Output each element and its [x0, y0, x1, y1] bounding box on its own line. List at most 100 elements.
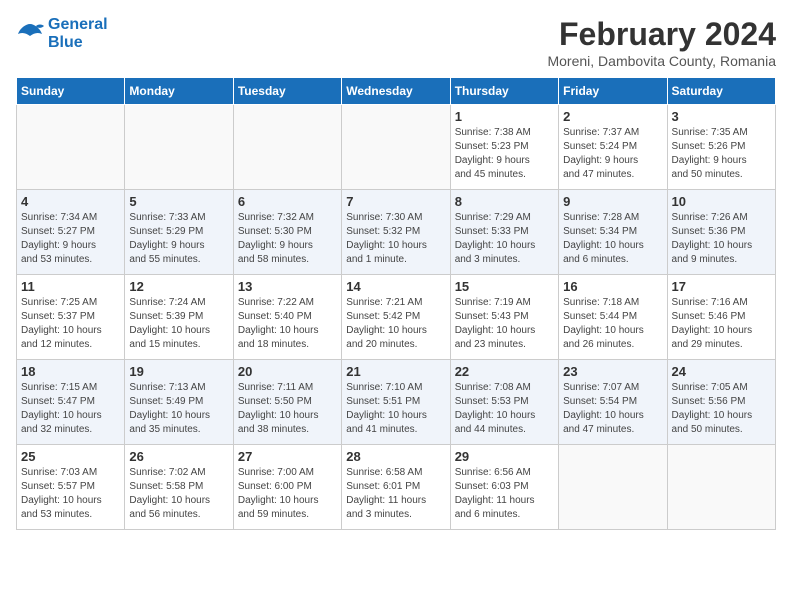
calendar-header-row: SundayMondayTuesdayWednesdayThursdayFrid… [17, 78, 776, 105]
day-info: Sunrise: 7:10 AM Sunset: 5:51 PM Dayligh… [346, 381, 445, 437]
calendar-cell [667, 445, 775, 530]
day-info: Sunrise: 7:25 AM Sunset: 5:37 PM Dayligh… [21, 296, 120, 352]
calendar-cell: 13 Sunrise: 7:22 AM Sunset: 5:40 PM Dayli… [233, 275, 341, 360]
calendar-cell: 25 Sunrise: 7:03 AM Sunset: 5:57 PM Dayli… [17, 445, 125, 530]
day-number: 22 [455, 364, 554, 379]
calendar-cell: 28 Sunrise: 6:58 AM Sunset: 6:01 PM Dayli… [342, 445, 450, 530]
day-info: Sunrise: 7:24 AM Sunset: 5:39 PM Dayligh… [129, 296, 228, 352]
weekday-header: Saturday [667, 78, 775, 105]
day-info: Sunrise: 7:16 AM Sunset: 5:46 PM Dayligh… [672, 296, 771, 352]
day-number: 3 [672, 109, 771, 124]
logo: General Blue [16, 16, 108, 51]
calendar-cell: 6 Sunrise: 7:32 AM Sunset: 5:30 PM Daylig… [233, 190, 341, 275]
title-block: February 2024 Moreni, Dambovita County, … [547, 16, 776, 69]
calendar-cell: 20 Sunrise: 7:11 AM Sunset: 5:50 PM Dayli… [233, 360, 341, 445]
day-info: Sunrise: 7:02 AM Sunset: 5:58 PM Dayligh… [129, 466, 228, 522]
day-info: Sunrise: 6:56 AM Sunset: 6:03 PM Dayligh… [455, 466, 554, 522]
calendar-cell: 24 Sunrise: 7:05 AM Sunset: 5:56 PM Dayli… [667, 360, 775, 445]
page-header: General Blue February 2024 Moreni, Dambo… [16, 16, 776, 69]
calendar-cell [559, 445, 667, 530]
calendar-cell: 14 Sunrise: 7:21 AM Sunset: 5:42 PM Dayli… [342, 275, 450, 360]
day-number: 4 [21, 194, 120, 209]
day-number: 1 [455, 109, 554, 124]
day-number: 19 [129, 364, 228, 379]
calendar-cell: 9 Sunrise: 7:28 AM Sunset: 5:34 PM Daylig… [559, 190, 667, 275]
location-subtitle: Moreni, Dambovita County, Romania [547, 53, 776, 69]
day-info: Sunrise: 7:34 AM Sunset: 5:27 PM Dayligh… [21, 211, 120, 267]
day-info: Sunrise: 7:03 AM Sunset: 5:57 PM Dayligh… [21, 466, 120, 522]
weekday-header: Wednesday [342, 78, 450, 105]
day-number: 28 [346, 449, 445, 464]
calendar-cell: 7 Sunrise: 7:30 AM Sunset: 5:32 PM Daylig… [342, 190, 450, 275]
day-info: Sunrise: 7:28 AM Sunset: 5:34 PM Dayligh… [563, 211, 662, 267]
calendar-week-row: 1 Sunrise: 7:38 AM Sunset: 5:23 PM Daylig… [17, 105, 776, 190]
weekday-header: Sunday [17, 78, 125, 105]
calendar-cell [17, 105, 125, 190]
weekday-header: Thursday [450, 78, 558, 105]
month-title: February 2024 [547, 16, 776, 53]
day-number: 12 [129, 279, 228, 294]
day-number: 13 [238, 279, 337, 294]
day-info: Sunrise: 7:26 AM Sunset: 5:36 PM Dayligh… [672, 211, 771, 267]
day-number: 9 [563, 194, 662, 209]
day-info: Sunrise: 6:58 AM Sunset: 6:01 PM Dayligh… [346, 466, 445, 522]
calendar-week-row: 18 Sunrise: 7:15 AM Sunset: 5:47 PM Dayli… [17, 360, 776, 445]
day-number: 25 [21, 449, 120, 464]
calendar-cell: 5Sunrise: 7:33 AM Sunset: 5:29 PM Daylig… [125, 190, 233, 275]
day-number: 24 [672, 364, 771, 379]
day-number: 6 [238, 194, 337, 209]
day-info: Sunrise: 7:18 AM Sunset: 5:44 PM Dayligh… [563, 296, 662, 352]
day-info: Sunrise: 7:15 AM Sunset: 5:47 PM Dayligh… [21, 381, 120, 437]
day-number: 14 [346, 279, 445, 294]
calendar-cell [125, 105, 233, 190]
logo-icon [16, 22, 44, 46]
calendar-cell: 27Sunrise: 7:00 AM Sunset: 6:00 PM Dayli… [233, 445, 341, 530]
day-info: Sunrise: 7:29 AM Sunset: 5:33 PM Dayligh… [455, 211, 554, 267]
day-info: Sunrise: 7:05 AM Sunset: 5:56 PM Dayligh… [672, 381, 771, 437]
day-info: Sunrise: 7:19 AM Sunset: 5:43 PM Dayligh… [455, 296, 554, 352]
day-info: Sunrise: 7:33 AM Sunset: 5:29 PM Dayligh… [129, 211, 228, 267]
calendar-cell: 22 Sunrise: 7:08 AM Sunset: 5:53 PM Dayli… [450, 360, 558, 445]
calendar-cell: 8Sunrise: 7:29 AM Sunset: 5:33 PM Daylig… [450, 190, 558, 275]
day-number: 23 [563, 364, 662, 379]
day-number: 29 [455, 449, 554, 464]
calendar-cell: 26Sunrise: 7:02 AM Sunset: 5:58 PM Dayli… [125, 445, 233, 530]
day-info: Sunrise: 7:30 AM Sunset: 5:32 PM Dayligh… [346, 211, 445, 267]
day-info: Sunrise: 7:35 AM Sunset: 5:26 PM Dayligh… [672, 126, 771, 182]
day-number: 15 [455, 279, 554, 294]
day-info: Sunrise: 7:22 AM Sunset: 5:40 PM Dayligh… [238, 296, 337, 352]
calendar-week-row: 4 Sunrise: 7:34 AM Sunset: 5:27 PM Daylig… [17, 190, 776, 275]
day-info: Sunrise: 7:37 AM Sunset: 5:24 PM Dayligh… [563, 126, 662, 182]
calendar-cell: 19 Sunrise: 7:13 AM Sunset: 5:49 PM Dayli… [125, 360, 233, 445]
day-info: Sunrise: 7:32 AM Sunset: 5:30 PM Dayligh… [238, 211, 337, 267]
day-number: 10 [672, 194, 771, 209]
calendar-week-row: 25 Sunrise: 7:03 AM Sunset: 5:57 PM Dayli… [17, 445, 776, 530]
calendar-table: SundayMondayTuesdayWednesdayThursdayFrid… [16, 77, 776, 530]
day-number: 18 [21, 364, 120, 379]
weekday-header: Monday [125, 78, 233, 105]
day-number: 16 [563, 279, 662, 294]
calendar-cell: 23 Sunrise: 7:07 AM Sunset: 5:54 PM Dayli… [559, 360, 667, 445]
calendar-cell: 3 Sunrise: 7:35 AM Sunset: 5:26 PM Daylig… [667, 105, 775, 190]
day-info: Sunrise: 7:11 AM Sunset: 5:50 PM Dayligh… [238, 381, 337, 437]
logo-text: General Blue [48, 16, 108, 51]
calendar-cell: 18 Sunrise: 7:15 AM Sunset: 5:47 PM Dayli… [17, 360, 125, 445]
day-number: 20 [238, 364, 337, 379]
day-number: 2 [563, 109, 662, 124]
weekday-header: Tuesday [233, 78, 341, 105]
day-number: 17 [672, 279, 771, 294]
calendar-cell: 11Sunrise: 7:25 AM Sunset: 5:37 PM Dayli… [17, 275, 125, 360]
day-info: Sunrise: 7:08 AM Sunset: 5:53 PM Dayligh… [455, 381, 554, 437]
day-info: Sunrise: 7:21 AM Sunset: 5:42 PM Dayligh… [346, 296, 445, 352]
day-number: 27 [238, 449, 337, 464]
calendar-cell: 21Sunrise: 7:10 AM Sunset: 5:51 PM Dayli… [342, 360, 450, 445]
calendar-cell: 4 Sunrise: 7:34 AM Sunset: 5:27 PM Daylig… [17, 190, 125, 275]
calendar-cell: 29 Sunrise: 6:56 AM Sunset: 6:03 PM Dayli… [450, 445, 558, 530]
calendar-week-row: 11Sunrise: 7:25 AM Sunset: 5:37 PM Dayli… [17, 275, 776, 360]
calendar-cell: 16 Sunrise: 7:18 AM Sunset: 5:44 PM Dayli… [559, 275, 667, 360]
day-info: Sunrise: 7:13 AM Sunset: 5:49 PM Dayligh… [129, 381, 228, 437]
calendar-cell: 2 Sunrise: 7:37 AM Sunset: 5:24 PM Daylig… [559, 105, 667, 190]
day-number: 7 [346, 194, 445, 209]
day-info: Sunrise: 7:38 AM Sunset: 5:23 PM Dayligh… [455, 126, 554, 182]
day-info: Sunrise: 7:07 AM Sunset: 5:54 PM Dayligh… [563, 381, 662, 437]
